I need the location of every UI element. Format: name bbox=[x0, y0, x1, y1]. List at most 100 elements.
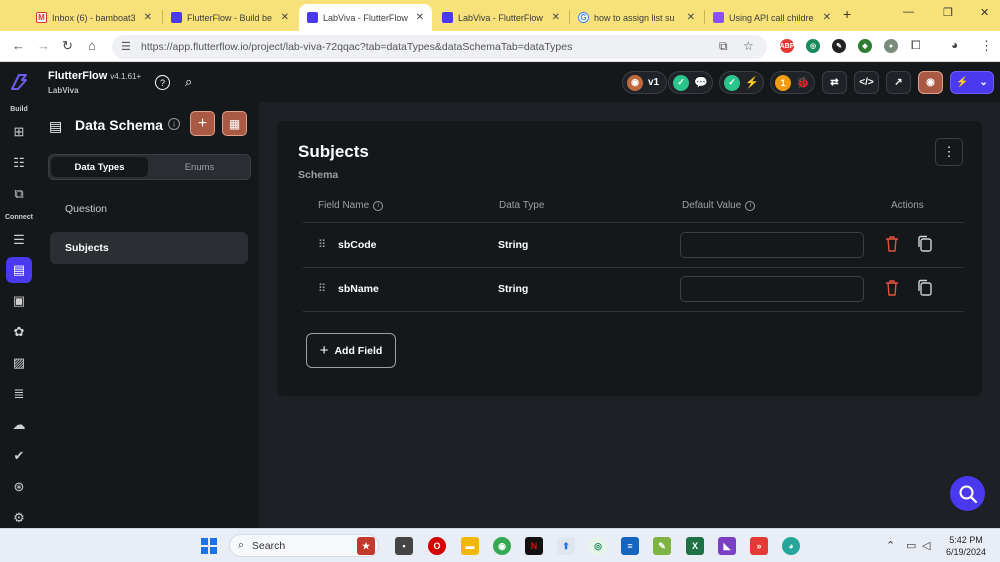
app-icon[interactable]: ◕ bbox=[782, 537, 800, 555]
delete-trash-icon[interactable] bbox=[885, 279, 899, 297]
widget-tree-icon[interactable]: ☷ bbox=[9, 153, 29, 173]
version-control-pill[interactable]: ◉ v1 bbox=[622, 71, 668, 94]
firestore-icon[interactable]: ☰ bbox=[9, 230, 29, 250]
add-widget-icon[interactable]: ⊞ bbox=[9, 122, 29, 142]
forward-arrow-icon[interactable]: → bbox=[37, 38, 50, 53]
netflix-icon[interactable]: N bbox=[525, 537, 543, 555]
default-value-input[interactable] bbox=[680, 232, 864, 258]
settings-gear-icon[interactable]: ⚙ bbox=[9, 508, 29, 528]
drag-handle-icon[interactable]: ⠿ bbox=[318, 282, 326, 295]
run-button[interactable]: ⚡ ⌄ bbox=[950, 71, 994, 94]
browser-menu-icon[interactable]: ⋮ bbox=[980, 38, 993, 54]
adblock-extension-icon[interactable]: ABP bbox=[780, 39, 794, 53]
system-clock[interactable]: 5:42 PM 6/19/2024 bbox=[946, 534, 986, 558]
table-row: ⠿ sbName String bbox=[303, 267, 964, 311]
duplicate-copy-icon[interactable] bbox=[917, 235, 933, 253]
display-icon[interactable]: ▭ bbox=[906, 539, 916, 552]
import-schema-button[interactable]: ▦ bbox=[222, 111, 247, 136]
search-icon[interactable]: ⌕ bbox=[185, 74, 192, 90]
restore-icon[interactable]: ❐ bbox=[943, 6, 953, 19]
data-schema-icon[interactable]: ▤ bbox=[6, 257, 32, 283]
install-app-icon[interactable]: ⧉ bbox=[719, 39, 728, 54]
window-close-icon[interactable]: ✕ bbox=[980, 6, 989, 19]
rail-section-connect: Connect bbox=[5, 214, 33, 221]
info-icon[interactable]: i bbox=[168, 118, 180, 130]
media-assets-icon[interactable]: ▨ bbox=[9, 353, 29, 373]
browser-tab-flutterflow-build[interactable]: FlutterFlow - Build be ✕ bbox=[163, 4, 297, 31]
chevron-up-icon[interactable]: ⌃ bbox=[886, 539, 895, 552]
task-view-icon[interactable]: ▪ bbox=[395, 537, 413, 555]
opera-icon[interactable]: O bbox=[428, 537, 446, 555]
open-external-icon[interactable]: ↗ bbox=[886, 71, 911, 94]
bookmark-star-icon[interactable]: ☆ bbox=[743, 39, 754, 53]
notepad-icon[interactable]: ≡ bbox=[621, 537, 639, 555]
profile-avatar-icon[interactable]: ◕ bbox=[951, 38, 958, 52]
volume-icon[interactable]: ◁ bbox=[922, 539, 930, 552]
extensions-puzzle-icon[interactable]: ⧠ bbox=[911, 38, 921, 53]
chrome-icon[interactable]: ◉ bbox=[493, 537, 511, 555]
testing-icon[interactable]: ✔ bbox=[9, 446, 29, 466]
delete-trash-icon[interactable] bbox=[885, 235, 899, 253]
integrations-icon[interactable]: ⊛ bbox=[9, 477, 29, 497]
reload-icon[interactable]: ↻ bbox=[62, 38, 73, 54]
new-tab-plus-icon[interactable]: + bbox=[843, 6, 851, 22]
duplicate-copy-icon[interactable] bbox=[917, 279, 933, 297]
extension-icon[interactable]: ◎ bbox=[806, 39, 820, 53]
panel-title: Data Schema bbox=[75, 117, 163, 133]
close-icon[interactable]: ✕ bbox=[823, 12, 831, 23]
data-type-item-subjects[interactable]: Subjects bbox=[50, 232, 248, 264]
search-highlight-icon[interactable]: ★ bbox=[357, 537, 375, 555]
browser-tab-labviva[interactable]: LabViva - FlutterFlow ✕ bbox=[434, 4, 568, 31]
help-icon[interactable]: ? bbox=[155, 75, 170, 90]
windows-start-icon[interactable] bbox=[201, 538, 217, 554]
file-explorer-icon[interactable]: ▬ bbox=[461, 537, 479, 555]
minimize-icon[interactable]: — bbox=[903, 6, 914, 18]
browser-tab-google-search[interactable]: G how to assign list su ✕ bbox=[570, 4, 703, 31]
code-view-icon[interactable]: </> bbox=[854, 71, 879, 94]
more-options-icon[interactable]: ⋮ bbox=[935, 138, 963, 166]
close-icon[interactable]: ✕ bbox=[281, 12, 289, 23]
chat-status-pill[interactable]: ✓ 💬 bbox=[668, 71, 713, 94]
add-data-type-button[interactable]: + bbox=[190, 111, 215, 136]
close-icon[interactable]: ✕ bbox=[552, 12, 560, 23]
notes-icon[interactable]: ✎ bbox=[653, 537, 671, 555]
info-icon[interactable]: i bbox=[373, 200, 384, 211]
excel-icon[interactable]: X bbox=[686, 537, 704, 555]
theme-icon[interactable]: ✿ bbox=[9, 322, 29, 342]
cloud-functions-icon[interactable]: ☁ bbox=[9, 415, 29, 435]
storyboard-icon[interactable]: ⧉ bbox=[9, 184, 29, 204]
flutterflow-logo-icon[interactable] bbox=[9, 72, 29, 92]
visual-studio-icon[interactable]: ◣ bbox=[718, 537, 736, 555]
issues-pill[interactable]: 1 🐞 bbox=[770, 71, 815, 94]
address-bar[interactable]: ☰ https://app.flutterflow.io/project/lab… bbox=[112, 35, 767, 59]
app-state-icon[interactable]: ▣ bbox=[9, 291, 29, 311]
build-status-pill[interactable]: ✓ ⚡ bbox=[719, 71, 764, 94]
site-settings-icon[interactable]: ☰ bbox=[121, 40, 131, 53]
close-icon[interactable]: ✕ bbox=[687, 12, 695, 23]
extension-icon[interactable]: ● bbox=[884, 39, 898, 53]
eyedropper-extension-icon[interactable]: ✎ bbox=[832, 39, 846, 53]
browser-tab-forum[interactable]: Using API call childre ✕ bbox=[705, 4, 839, 31]
app-icon[interactable]: ⬆ bbox=[557, 537, 575, 555]
app-icon[interactable]: ◎ bbox=[589, 537, 607, 555]
browser-tab-labviva-active[interactable]: LabViva - FlutterFlow ✕ bbox=[299, 4, 432, 31]
data-type-item-question[interactable]: Question bbox=[50, 193, 248, 225]
search-fab-button[interactable] bbox=[950, 476, 985, 511]
drag-handle-icon[interactable]: ⠿ bbox=[318, 238, 326, 251]
info-icon[interactable]: i bbox=[745, 200, 756, 211]
default-value-input[interactable] bbox=[680, 276, 864, 302]
tab-enums[interactable]: Enums bbox=[150, 157, 249, 177]
browser-tab-gmail[interactable]: M Inbox (6) - bamboat3 ✕ bbox=[28, 4, 160, 31]
extension-icon[interactable]: ◆ bbox=[858, 39, 872, 53]
preview-eye-icon[interactable]: ◉ bbox=[918, 71, 943, 94]
anydesk-icon[interactable]: » bbox=[750, 537, 768, 555]
close-icon[interactable]: ✕ bbox=[144, 12, 152, 23]
add-field-button[interactable]: + Add Field bbox=[306, 333, 396, 368]
back-arrow-icon[interactable]: ← bbox=[12, 38, 25, 53]
custom-code-icon[interactable]: ≣ bbox=[9, 384, 29, 404]
tab-data-types[interactable]: Data Types bbox=[51, 157, 148, 177]
close-icon[interactable]: ✕ bbox=[416, 12, 424, 23]
share-icon[interactable]: ⇄ bbox=[822, 71, 847, 94]
home-icon[interactable]: ⌂ bbox=[88, 38, 96, 53]
column-label: Default Value bbox=[682, 200, 742, 211]
